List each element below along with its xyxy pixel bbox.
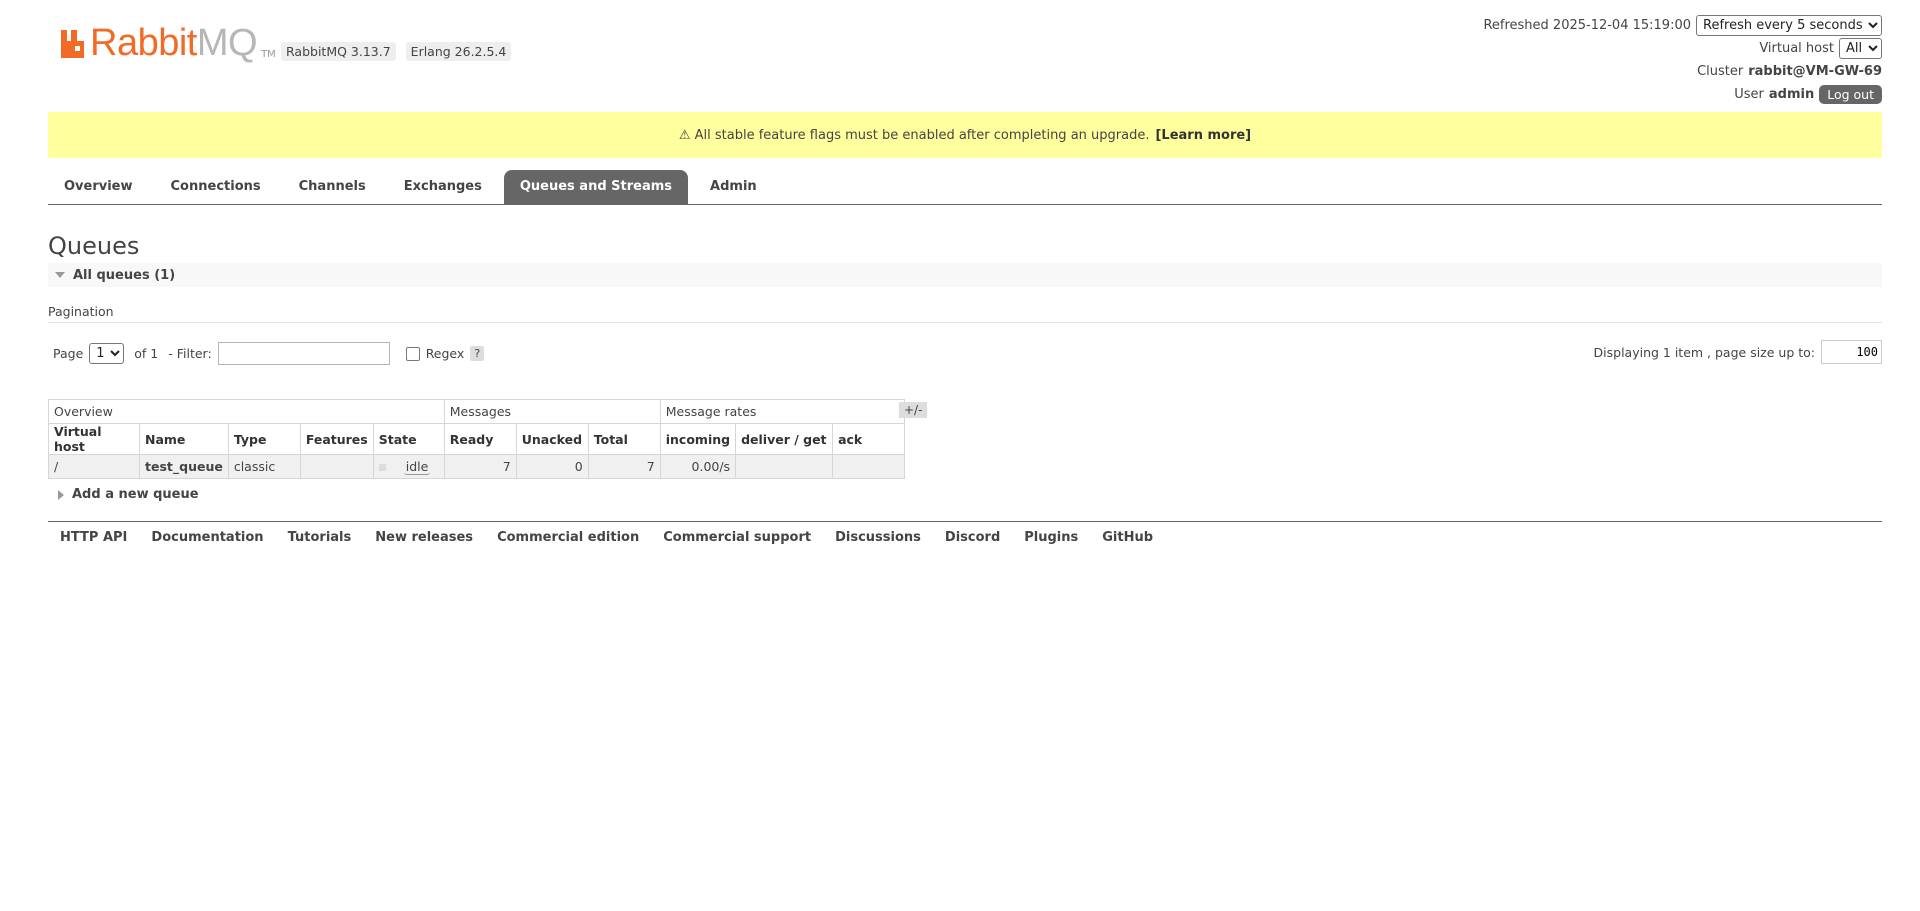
footer-divider [48, 521, 1882, 522]
rabbit-logo-icon [61, 30, 84, 58]
state-badge: idle [403, 459, 431, 475]
page-size-input[interactable] [1821, 340, 1882, 364]
page-label: Page [53, 346, 84, 361]
expand-triangle-icon [58, 489, 64, 500]
footer-new-releases[interactable]: New releases [375, 530, 473, 545]
tab-channels[interactable]: Channels [283, 170, 382, 204]
cell-type: classic [227, 454, 301, 479]
refresh-row: Refreshed 2025-12-04 15:19:00 Refresh ev… [1483, 14, 1882, 37]
col-deliver-get[interactable]: deliver / get [735, 423, 834, 455]
divider [48, 322, 1882, 323]
group-message-rates: Message rates [659, 399, 906, 424]
footer-documentation[interactable]: Documentation [151, 530, 263, 545]
rabbitmq-version: RabbitMQ 3.13.7 [281, 42, 396, 61]
page-count: of 1 [134, 346, 159, 361]
all-queues-toggle[interactable]: All queues (1) [48, 263, 1882, 287]
trademark: TM [261, 49, 276, 60]
vhost-select[interactable]: All [1839, 38, 1882, 59]
tab-admin[interactable]: Admin [694, 170, 773, 204]
footer-github[interactable]: GitHub [1102, 530, 1153, 545]
banner-text: ⚠ All stable feature flags must be enabl… [678, 127, 1150, 143]
tab-exchanges[interactable]: Exchanges [388, 170, 498, 204]
col-name[interactable]: Name [139, 423, 229, 455]
displaying-text: Displaying 1 item , page size up to: [1593, 344, 1815, 360]
table-column-header: Virtual host Name Type Features State Re… [48, 423, 906, 455]
queues-table: Overview Messages Message rates Virtual … [48, 399, 906, 479]
add-queue-label: Add a new queue [72, 487, 199, 502]
footer-discord[interactable]: Discord [945, 530, 1000, 545]
regex-help-button[interactable]: ? [470, 346, 485, 361]
queue-name-link[interactable]: test_queue [139, 454, 229, 479]
table-group-header: Overview Messages Message rates [48, 399, 906, 424]
pagination-label: Pagination [48, 304, 114, 319]
cell-total: 7 [587, 454, 661, 479]
regex-label: Regex [425, 346, 465, 361]
cell-ready: 7 [443, 454, 517, 479]
version-badges: RabbitMQ 3.13.7 Erlang 26.2.5.4 [281, 42, 512, 61]
cell-ack [832, 454, 906, 479]
cell-unacked: 0 [515, 454, 589, 479]
cell-state: idle [372, 454, 445, 479]
tab-overview[interactable]: Overview [48, 170, 149, 204]
column-toggle-button[interactable]: +/- [899, 402, 928, 418]
col-unacked[interactable]: Unacked [515, 423, 589, 455]
footer-commercial-support[interactable]: Commercial support [663, 530, 811, 545]
cell-deliver-get [735, 454, 834, 479]
cluster-name: rabbit@VM-GW-69 [1748, 64, 1882, 79]
cluster-row: Cluster rabbit@VM-GW-69 [1483, 60, 1882, 83]
footer-http-api[interactable]: HTTP API [60, 530, 127, 545]
page-select[interactable]: 1 [89, 343, 125, 364]
vhost-label: Virtual host [1759, 41, 1834, 56]
filter-input[interactable] [217, 342, 390, 365]
cell-incoming: 0.00/s [659, 454, 737, 479]
logout-button[interactable]: Log out [1819, 85, 1882, 104]
col-ready[interactable]: Ready [443, 423, 517, 455]
refreshed-time: Refreshed 2025-12-04 15:19:00 [1483, 18, 1691, 33]
col-features[interactable]: Features [299, 423, 374, 455]
user-name: admin [1768, 87, 1815, 102]
filter-label: - Filter: [168, 346, 212, 361]
footer-discussions[interactable]: Discussions [835, 530, 921, 545]
logo-text: RabbitMQ [90, 22, 258, 64]
page-title: Queues [48, 232, 140, 260]
add-queue-toggle[interactable]: Add a new queue [48, 487, 199, 502]
col-virtual-host[interactable]: Virtual host [48, 423, 140, 455]
group-overview: Overview [48, 399, 445, 424]
group-messages: Messages [443, 399, 661, 424]
cluster-label: Cluster [1697, 64, 1744, 79]
col-ack[interactable]: ack [832, 423, 906, 455]
erlang-version: Erlang 26.2.5.4 [405, 42, 512, 61]
cell-vhost: / [48, 454, 140, 479]
table-row[interactable]: / test_queue classic idle 7 0 7 0.00/s [48, 454, 906, 479]
section-title: All queues (1) [73, 267, 176, 283]
feature-flag-banner: ⚠ All stable feature flags must be enabl… [48, 112, 1882, 158]
tab-connections[interactable]: Connections [155, 170, 277, 204]
status-panel: Refreshed 2025-12-04 15:19:00 Refresh ev… [1483, 14, 1882, 106]
col-type[interactable]: Type [227, 423, 301, 455]
regex-checkbox[interactable] [405, 346, 420, 361]
rabbitmq-logo[interactable]: RabbitMQ TM [60, 24, 276, 62]
learn-more-link[interactable]: [Learn more] [1155, 128, 1251, 143]
main-tabs: Overview Connections Channels Exchanges … [48, 170, 1882, 205]
col-state[interactable]: State [372, 423, 445, 455]
tab-queues-and-streams[interactable]: Queues and Streams [503, 170, 689, 204]
collapse-triangle-icon [55, 272, 65, 278]
footer-commercial-edition[interactable]: Commercial edition [497, 530, 639, 545]
col-incoming[interactable]: incoming [659, 423, 737, 455]
col-total[interactable]: Total [587, 423, 661, 455]
footer-links: HTTP API Documentation Tutorials New rel… [60, 530, 1153, 545]
cell-features [299, 454, 374, 479]
user-row: User admin Log out [1483, 83, 1882, 106]
user-label: User [1734, 87, 1764, 102]
pagination-controls: Page 1 of 1 - Filter: Regex ? [53, 342, 485, 365]
vhost-row: Virtual host All [1483, 37, 1882, 60]
refresh-select[interactable]: Refresh every 5 seconds [1696, 15, 1882, 36]
state-indicator-icon [378, 464, 386, 471]
footer-plugins[interactable]: Plugins [1024, 530, 1078, 545]
page-size-controls: Displaying 1 item , page size up to: [1594, 340, 1882, 364]
footer-tutorials[interactable]: Tutorials [288, 530, 352, 545]
